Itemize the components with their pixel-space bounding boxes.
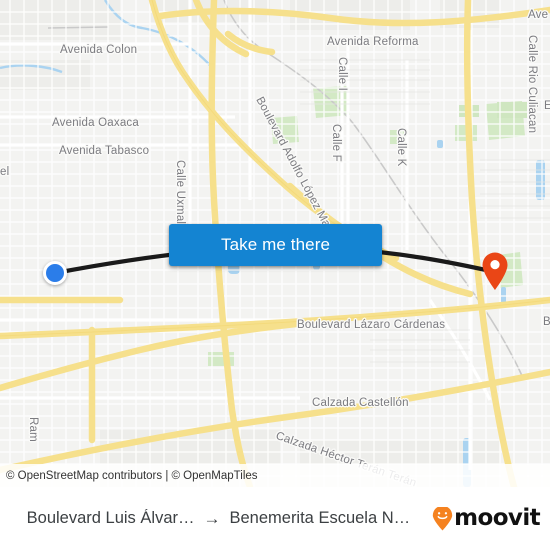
trip-origin-label: Boulevard Luis Álvar…	[26, 509, 195, 527]
trip-destination-label: Benemerita Escuela Norma…	[229, 509, 413, 527]
moovit-logo[interactable]: moovit	[432, 505, 550, 531]
trip-footer-bar: Boulevard Luis Álvar… → Benemerita Escue…	[0, 487, 550, 550]
trip-summary: Boulevard Luis Álvar… → Benemerita Escue…	[0, 509, 432, 528]
attribution-text: © OpenStreetMap contributors | © OpenMap…	[6, 469, 258, 482]
moovit-wordmark: moovit	[454, 505, 540, 531]
moovit-pin-smiley-icon	[432, 506, 453, 530]
map-pin-icon	[482, 252, 508, 290]
arrow-right-icon: →	[203, 509, 221, 528]
map-canvas[interactable]: Avenida Colon Avenida Oaxaca Avenida Tabas…	[0, 0, 550, 487]
map-attribution-bar: © OpenStreetMap contributors | © OpenMap…	[0, 464, 550, 487]
origin-marker[interactable]	[43, 261, 67, 285]
destination-marker[interactable]	[481, 251, 509, 291]
take-me-there-button[interactable]: Take me there	[169, 224, 382, 266]
moovit-trip-map-screen: Avenida Colon Avenida Oaxaca Avenida Tabas…	[0, 0, 550, 550]
